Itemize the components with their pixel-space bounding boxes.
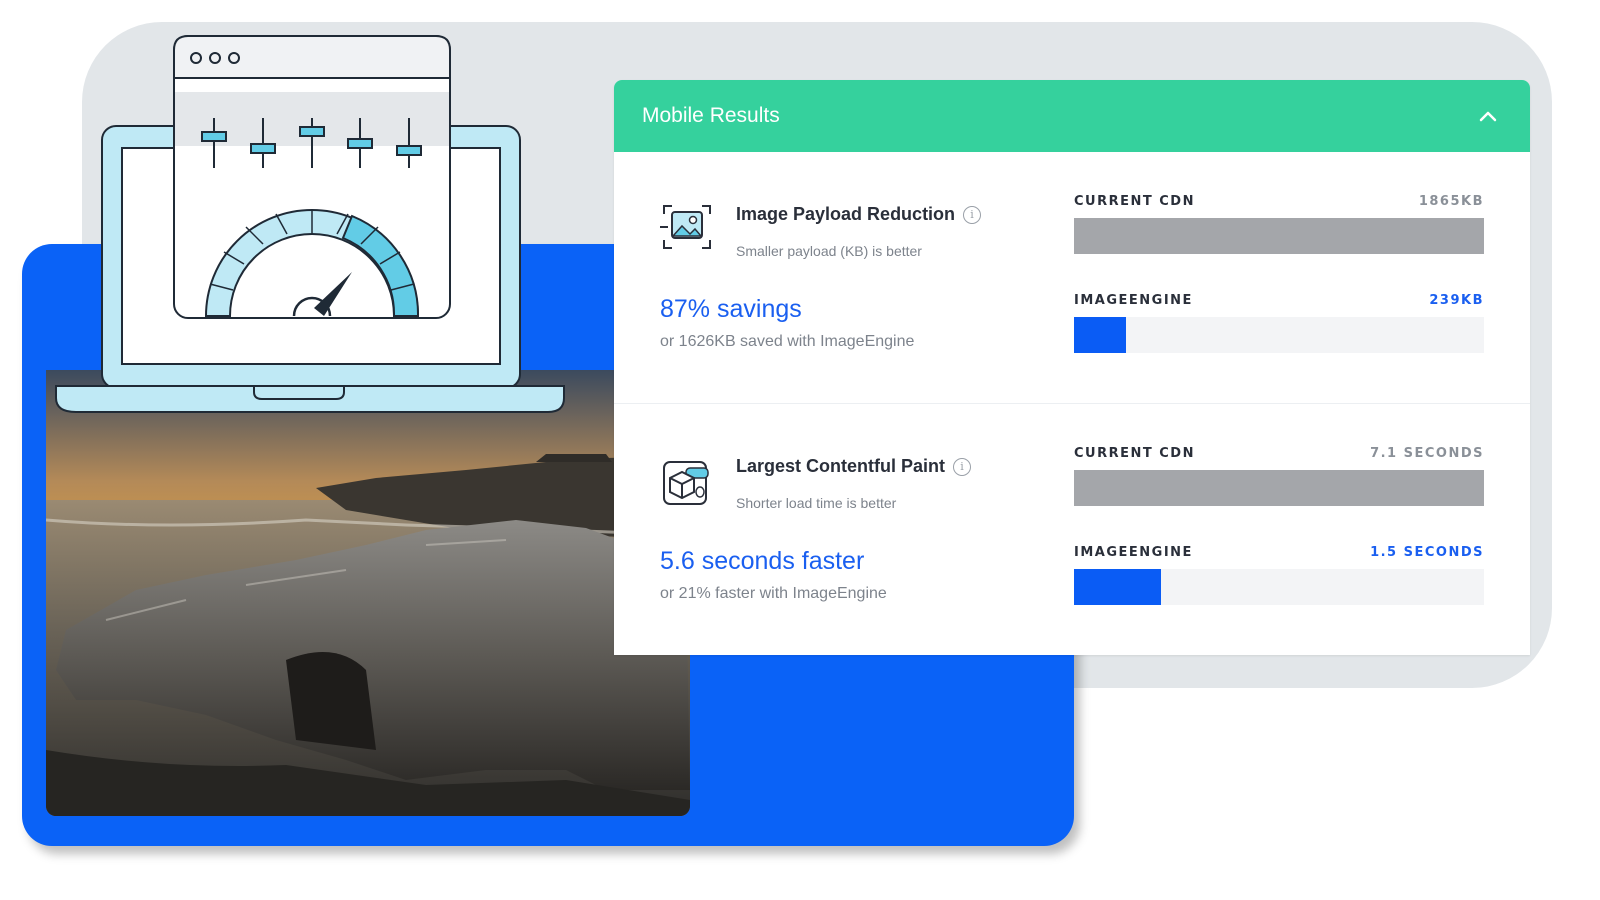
metric-subtitle: Smaller payload (KB) is better <box>736 243 922 259</box>
image-frame-icon <box>660 200 714 254</box>
savings-headline: 87% savings <box>660 295 802 323</box>
bar-value: 7.1 SECONDS <box>1370 446 1484 461</box>
bar-label: CURRENT CDN <box>1074 446 1195 461</box>
bar-track <box>1074 317 1484 353</box>
laptop-icon <box>55 35 565 413</box>
metric-title: Image Payload Reduction i <box>736 204 982 225</box>
bar-label: CURRENT CDN <box>1074 194 1195 209</box>
bar-track <box>1074 470 1484 506</box>
bar-value: 239KB <box>1429 293 1484 308</box>
metric-image-payload: Image Payload Reduction i Smaller payloa… <box>614 152 1530 404</box>
bar-label: IMAGEENGINE <box>1074 293 1193 308</box>
chevron-up-icon[interactable] <box>1474 102 1502 130</box>
info-icon[interactable]: i <box>963 205 982 224</box>
laptop-illustration <box>52 30 572 420</box>
bar-value: 1.5 SECONDS <box>1370 545 1484 560</box>
bar-fill <box>1074 218 1484 254</box>
bar-fill <box>1074 569 1162 605</box>
metric-title-text: Image Payload Reduction <box>736 204 956 224</box>
bar-label: IMAGEENGINE <box>1074 545 1193 560</box>
bar-current-cdn: CURRENT CDN 1865KB <box>1074 194 1484 254</box>
bar-imageengine: IMAGEENGINE 1.5 SECONDS <box>1074 545 1484 605</box>
metric-largest-contentful-paint: Largest Contentful Paint i Shorter load … <box>614 404 1530 655</box>
results-title: Mobile Results <box>642 104 780 127</box>
mobile-results-card: Mobile Results Image Payload Reduction i… <box>614 80 1530 655</box>
metric-title-text: Largest Contentful Paint <box>736 456 946 476</box>
package-icon <box>660 454 714 508</box>
bar-track <box>1074 569 1484 605</box>
bar-fill <box>1074 470 1484 506</box>
metric-title: Largest Contentful Paint i <box>736 456 972 477</box>
info-icon[interactable]: i <box>953 457 972 476</box>
results-header[interactable]: Mobile Results <box>614 80 1530 152</box>
metric-subtitle: Shorter load time is better <box>736 495 897 511</box>
savings-detail: or 1626KB saved with ImageEngine <box>660 333 915 350</box>
speed-detail: or 21% faster with ImageEngine <box>660 585 887 602</box>
bar-current-cdn: CURRENT CDN 7.1 SECONDS <box>1074 446 1484 506</box>
speed-headline: 5.6 seconds faster <box>660 547 865 575</box>
bar-track <box>1074 218 1484 254</box>
bar-imageengine: IMAGEENGINE 239KB <box>1074 293 1484 353</box>
coastal-photo <box>46 370 690 816</box>
bar-value: 1865KB <box>1418 194 1484 209</box>
bar-fill <box>1074 317 1127 353</box>
